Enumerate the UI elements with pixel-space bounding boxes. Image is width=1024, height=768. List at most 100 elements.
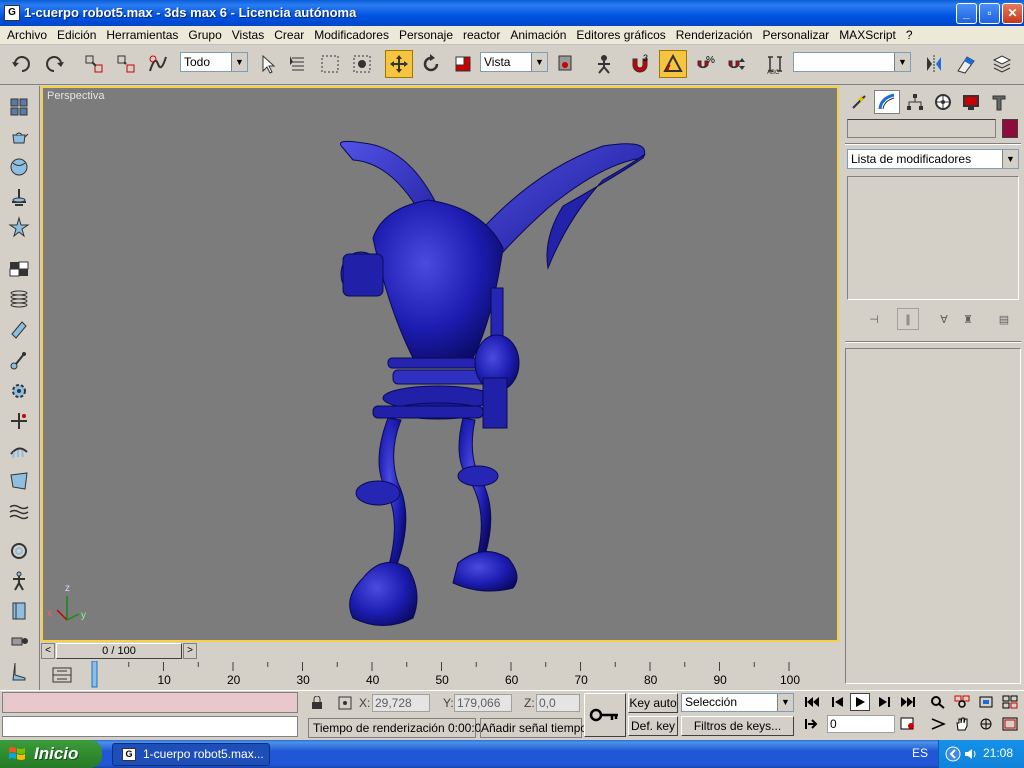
create-teapot-icon[interactable] xyxy=(6,124,32,150)
cylinder-icon[interactable] xyxy=(6,316,32,342)
show-end-result-icon[interactable]: ∥ xyxy=(897,308,919,330)
spinner-snap-icon[interactable] xyxy=(723,50,751,78)
tab-motion-icon[interactable] xyxy=(930,90,956,114)
field-of-view-icon[interactable] xyxy=(928,715,948,733)
select-and-move-icon[interactable] xyxy=(385,50,413,78)
object-color-swatch[interactable] xyxy=(1002,119,1018,138)
layer-manager-icon[interactable] xyxy=(988,50,1016,78)
go-to-start-icon[interactable] xyxy=(802,693,822,711)
checker-material-icon[interactable] xyxy=(6,256,32,282)
gear-icon[interactable] xyxy=(6,378,32,404)
menu-edicion[interactable]: Edición xyxy=(52,28,101,42)
taskbar-window-item[interactable]: G 1-cuerpo robot5.max... xyxy=(112,743,270,766)
zoom-extents-all-icon[interactable] xyxy=(1000,693,1020,711)
object-name-field[interactable] xyxy=(847,119,996,138)
pivot-center-icon[interactable] xyxy=(552,50,580,78)
start-button[interactable]: Inicio xyxy=(0,740,102,768)
biped-icon[interactable] xyxy=(6,568,32,594)
select-by-name-icon[interactable] xyxy=(284,50,312,78)
unlink-icon[interactable] xyxy=(112,50,140,78)
percent-snap-icon[interactable]: % xyxy=(691,50,719,78)
menu-modificadores[interactable]: Modificadores xyxy=(309,28,394,42)
configure-sets-icon[interactable]: ▤ xyxy=(993,308,1015,330)
time-slider[interactable]: < 0 / 100 > xyxy=(41,642,840,660)
language-indicator[interactable]: ES xyxy=(912,746,928,760)
tab-hierarchy-icon[interactable] xyxy=(902,90,928,114)
snap-toggle-icon[interactable]: 3 xyxy=(626,50,654,78)
remove-modifier-icon[interactable]: ♜ xyxy=(957,308,979,330)
redo-icon[interactable] xyxy=(40,50,68,78)
previous-frame-icon[interactable] xyxy=(828,693,848,711)
select-and-scale-icon[interactable] xyxy=(449,50,477,78)
menu-grupo[interactable]: Grupo xyxy=(183,28,226,42)
menu-herramientas[interactable]: Herramientas xyxy=(101,28,183,42)
title-bar[interactable]: G 1-cuerpo robot5.max - 3ds max 6 - Lice… xyxy=(0,0,1024,26)
time-configuration-icon[interactable] xyxy=(898,715,918,733)
pin-icon[interactable] xyxy=(6,408,32,434)
cloth-icon[interactable] xyxy=(6,468,32,494)
zoom-extents-icon[interactable] xyxy=(976,693,996,711)
rectangular-selection-icon[interactable] xyxy=(316,50,344,78)
create-light-icon[interactable] xyxy=(6,184,32,210)
minimize-button[interactable]: _ xyxy=(956,3,977,24)
menu-maxscript[interactable]: MAXScript xyxy=(834,28,901,42)
named-selection-icon[interactable]: ABC xyxy=(761,50,789,78)
maxscript-listener-output[interactable] xyxy=(2,692,298,713)
menu-archivo[interactable]: Archivo xyxy=(2,28,52,42)
select-and-rotate-icon[interactable] xyxy=(417,50,445,78)
set-key-button[interactable] xyxy=(584,693,626,737)
undo-icon[interactable] xyxy=(8,50,36,78)
tab-modify-icon[interactable] xyxy=(874,90,900,114)
track-bar[interactable]: 0102030405060708090100 xyxy=(41,661,840,689)
wave-icon[interactable] xyxy=(6,498,32,524)
app-icon[interactable]: G xyxy=(4,5,20,21)
key-filters-button[interactable]: Filtros de keys... xyxy=(681,716,794,736)
foot-icon[interactable] xyxy=(6,658,32,684)
menu-personaje[interactable]: Personaje xyxy=(394,28,458,42)
speaker-icon[interactable] xyxy=(963,746,979,762)
window-crossing-icon[interactable] xyxy=(348,50,376,78)
arc-rotate-icon[interactable] xyxy=(976,715,996,733)
menu-crear[interactable]: Crear xyxy=(269,28,309,42)
pin-stack-icon[interactable]: ⊣ xyxy=(863,308,885,330)
auto-key-button[interactable]: Key auto xyxy=(628,693,678,713)
timeline-ruler[interactable]: 0102030405060708090100 xyxy=(91,661,840,689)
y-coordinate-field[interactable]: 179,066 xyxy=(454,694,512,712)
create-sphere-icon[interactable] xyxy=(6,154,32,180)
mirror-icon[interactable] xyxy=(920,50,948,78)
maximize-viewport-icon[interactable] xyxy=(1000,715,1020,733)
reference-coord-dropdown[interactable]: Vista ▼ xyxy=(480,52,548,72)
modifier-stack[interactable] xyxy=(847,176,1019,300)
maximize-button[interactable]: ▫ xyxy=(979,3,1000,24)
viewport-perspective[interactable]: Perspectiva z x y xyxy=(41,86,839,642)
angle-snap-icon[interactable] xyxy=(659,50,687,78)
link-icon[interactable] xyxy=(80,50,108,78)
time-slider-thumb[interactable]: 0 / 100 xyxy=(56,643,182,659)
zoom-all-icon[interactable] xyxy=(952,693,972,711)
book-icon[interactable] xyxy=(6,598,32,624)
modifier-list-dropdown[interactable]: Lista de modificadores ▼ xyxy=(847,149,1019,169)
key-mode-toggle-icon[interactable] xyxy=(802,715,822,733)
absolute-mode-icon[interactable] xyxy=(335,694,355,712)
track-view-icon[interactable] xyxy=(51,666,73,684)
make-unique-icon[interactable]: ∀ xyxy=(933,308,955,330)
zoom-icon[interactable] xyxy=(928,693,948,711)
hair-icon[interactable] xyxy=(6,438,32,464)
slider-left-arrow[interactable]: < xyxy=(41,643,55,659)
maxscript-listener-input[interactable] xyxy=(2,716,298,737)
pan-hand-icon[interactable] xyxy=(952,715,972,733)
menu-vistas[interactable]: Vistas xyxy=(227,28,269,42)
menu-animacion[interactable]: Animación xyxy=(505,28,571,42)
next-frame-icon[interactable] xyxy=(874,693,894,711)
robot-model[interactable]: z x y xyxy=(43,88,837,640)
menu-help[interactable]: ? xyxy=(901,28,918,42)
clock[interactable]: 21:08 xyxy=(983,746,1013,760)
tab-display-icon[interactable] xyxy=(958,90,984,114)
bind-spacewarp-icon[interactable] xyxy=(144,50,172,78)
slider-right-arrow[interactable]: > xyxy=(183,643,197,659)
tab-utilities-icon[interactable] xyxy=(986,90,1012,114)
def-key-button[interactable]: Def. key xyxy=(628,716,678,736)
bone-icon[interactable] xyxy=(6,348,32,374)
add-time-tag-button[interactable]: Añadir señal tiempo xyxy=(480,718,587,738)
create-star-icon[interactable] xyxy=(6,214,32,240)
